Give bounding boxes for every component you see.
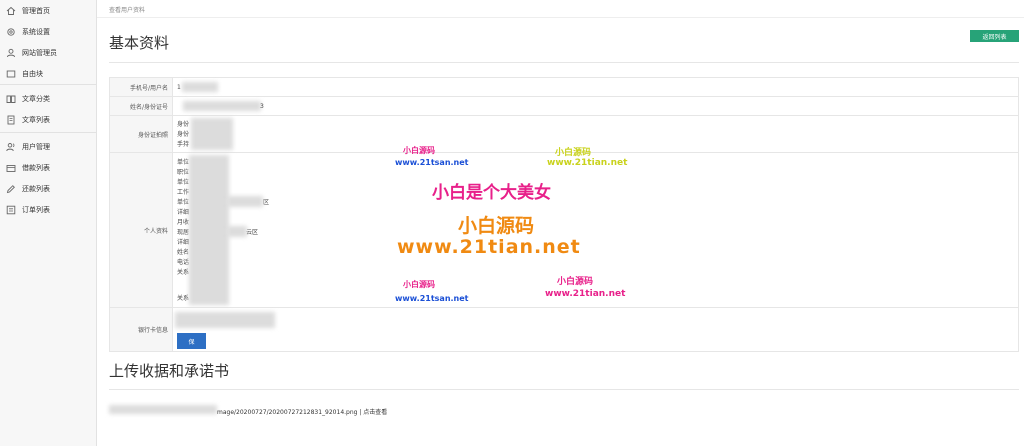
save-button[interactable]: 保 [177,333,206,349]
breadcrumb: 查看用户资料 [109,7,146,14]
table-row: 银行卡信息 保 [110,308,1018,351]
personal-line: 详细 [177,239,190,246]
doc-icon [6,115,16,125]
id-photo-line: 手持 [177,141,190,148]
personal-line: 单位 [177,199,190,206]
redacted-block [183,101,261,111]
personal-info-label: 个人资料 [110,153,173,307]
personal-line: 电话 [177,259,190,266]
personal-suffix: 区 [263,199,270,206]
sidebar-group-articles: 文章分类 文章列表 [0,85,96,133]
personal-line: 关系 [177,269,190,276]
name-id-label: 姓名/身份证号 [110,97,173,115]
table-row: 姓名/身份证号 3 [110,97,1018,116]
personal-line: 工作 [177,189,190,196]
app-root: 管理首页 系统设置 网站管理员 自由块 文章分类 文章列表 用户管理 借款列表 … [0,0,1024,446]
sidebar-item-label: 系统设置 [22,27,50,36]
book-icon [6,94,16,104]
watermark-text: 小白是个大美女 [432,183,551,203]
id-photo-label: 身份证拍照 [110,116,173,152]
uploaded-file-link[interactable]: mage/20200727/20200727212831_92014.png |… [217,407,387,416]
watermark-text: 小白源码 [555,148,592,158]
redacted-block [189,155,229,305]
watermark-text: 小白源码 [557,277,594,287]
upload-section-title: 上传收据和承诺书 [109,362,230,380]
list-icon [6,205,16,215]
redacted-block [191,118,233,150]
personal-line: 单位 [177,179,190,186]
users-icon [6,142,16,152]
sidebar-item-repayment-list[interactable]: 还款列表 [0,178,96,199]
page-title: 基本资料 [109,34,170,52]
sidebar-item-label: 订单列表 [22,205,50,214]
bank-info-cell: 保 [173,308,1018,351]
personal-line: 详细 [177,209,190,216]
personal-suffix: 云区 [246,229,259,236]
personal-line: 关系 [177,295,190,302]
wallet-icon [6,163,16,173]
personal-line: 姓名 [177,249,190,256]
sidebar-item-home[interactable]: 管理首页 [0,0,96,21]
sidebar-item-label: 网站管理员 [22,48,57,57]
personal-info-cell: 单位 职位 单位 工作 单位 详细 月收 现居 详细 姓名 电话 关系 关系 区… [173,153,1018,307]
sidebar-item-label: 文章列表 [22,115,50,124]
divider [97,17,1024,18]
phone-value: 1 [177,84,181,91]
edit-icon [6,184,16,194]
watermark-text: www.21tian.net [547,158,628,168]
watermark-text: www.21tsan.net [395,294,469,303]
sidebar-item-label: 用户管理 [22,142,50,151]
name-id-value: 3 [260,103,264,110]
sidebar-item-loan-list[interactable]: 借款列表 [0,157,96,178]
watermark-text: www.21tsan.net [395,158,469,167]
id-photo-cell: 身份 身份 手持 [173,116,1018,152]
user-info-table: 手机号/用户名 1 姓名/身份证号 3 身份证拍照 身份 身份 手持 个人资料 … [109,77,1019,352]
redacted-block [227,196,263,207]
sidebar-item-label: 管理首页 [22,6,50,15]
watermark-text: www.21tian.net [545,289,626,299]
sidebar-item-free-block[interactable]: 自由块 [0,63,96,84]
main-content: 查看用户资料 基本资料 返回列表 手机号/用户名 1 姓名/身份证号 3 身份证… [97,0,1024,446]
personal-line: 单位 [177,159,190,166]
watermark-text: 小白源码 [403,146,435,155]
sidebar-item-user-management[interactable]: 用户管理 [0,136,96,157]
sidebar-item-article-categories[interactable]: 文章分类 [0,88,96,109]
sidebar-item-order-list[interactable]: 订单列表 [0,199,96,220]
sidebar-item-article-list[interactable]: 文章列表 [0,109,96,130]
personal-line: 职位 [177,169,190,176]
sidebar-item-label: 自由块 [22,69,43,78]
sidebar-item-admins[interactable]: 网站管理员 [0,42,96,63]
id-photo-line: 身份 [177,131,190,138]
sidebar-item-label: 还款列表 [22,184,50,193]
personal-line: 月收 [177,219,190,226]
sidebar-item-label: 文章分类 [22,94,50,103]
user-icon [6,48,16,58]
divider [109,62,1019,63]
watermark-text: www.21tian.net [397,236,581,258]
id-photo-line: 身份 [177,121,190,128]
sidebar: 管理首页 系统设置 网站管理员 自由块 文章分类 文章列表 用户管理 借款列表 … [0,0,97,446]
sidebar-item-settings[interactable]: 系统设置 [0,21,96,42]
personal-line: 现居 [177,229,190,236]
sidebar-item-label: 借款列表 [22,163,50,172]
phone-value-cell: 1 [173,78,1018,96]
gear-icon [6,27,16,37]
watermark-text: 小白源码 [458,215,535,237]
bank-info-label: 银行卡信息 [110,308,173,351]
name-id-value-cell: 3 [173,97,1018,115]
redacted-block [109,405,217,414]
redacted-block [227,226,247,237]
redacted-block [175,312,275,328]
back-to-list-button[interactable]: 返回列表 [970,30,1019,42]
divider [109,389,1019,390]
block-icon [6,69,16,79]
phone-label: 手机号/用户名 [110,78,173,96]
table-row: 手机号/用户名 1 [110,78,1018,97]
home-icon [6,6,16,16]
sidebar-group-system: 管理首页 系统设置 网站管理员 自由块 [0,0,96,85]
redacted-block [182,82,218,92]
sidebar-group-users: 用户管理 借款列表 还款列表 订单列表 [0,133,96,220]
watermark-text: 小白源码 [403,280,435,289]
